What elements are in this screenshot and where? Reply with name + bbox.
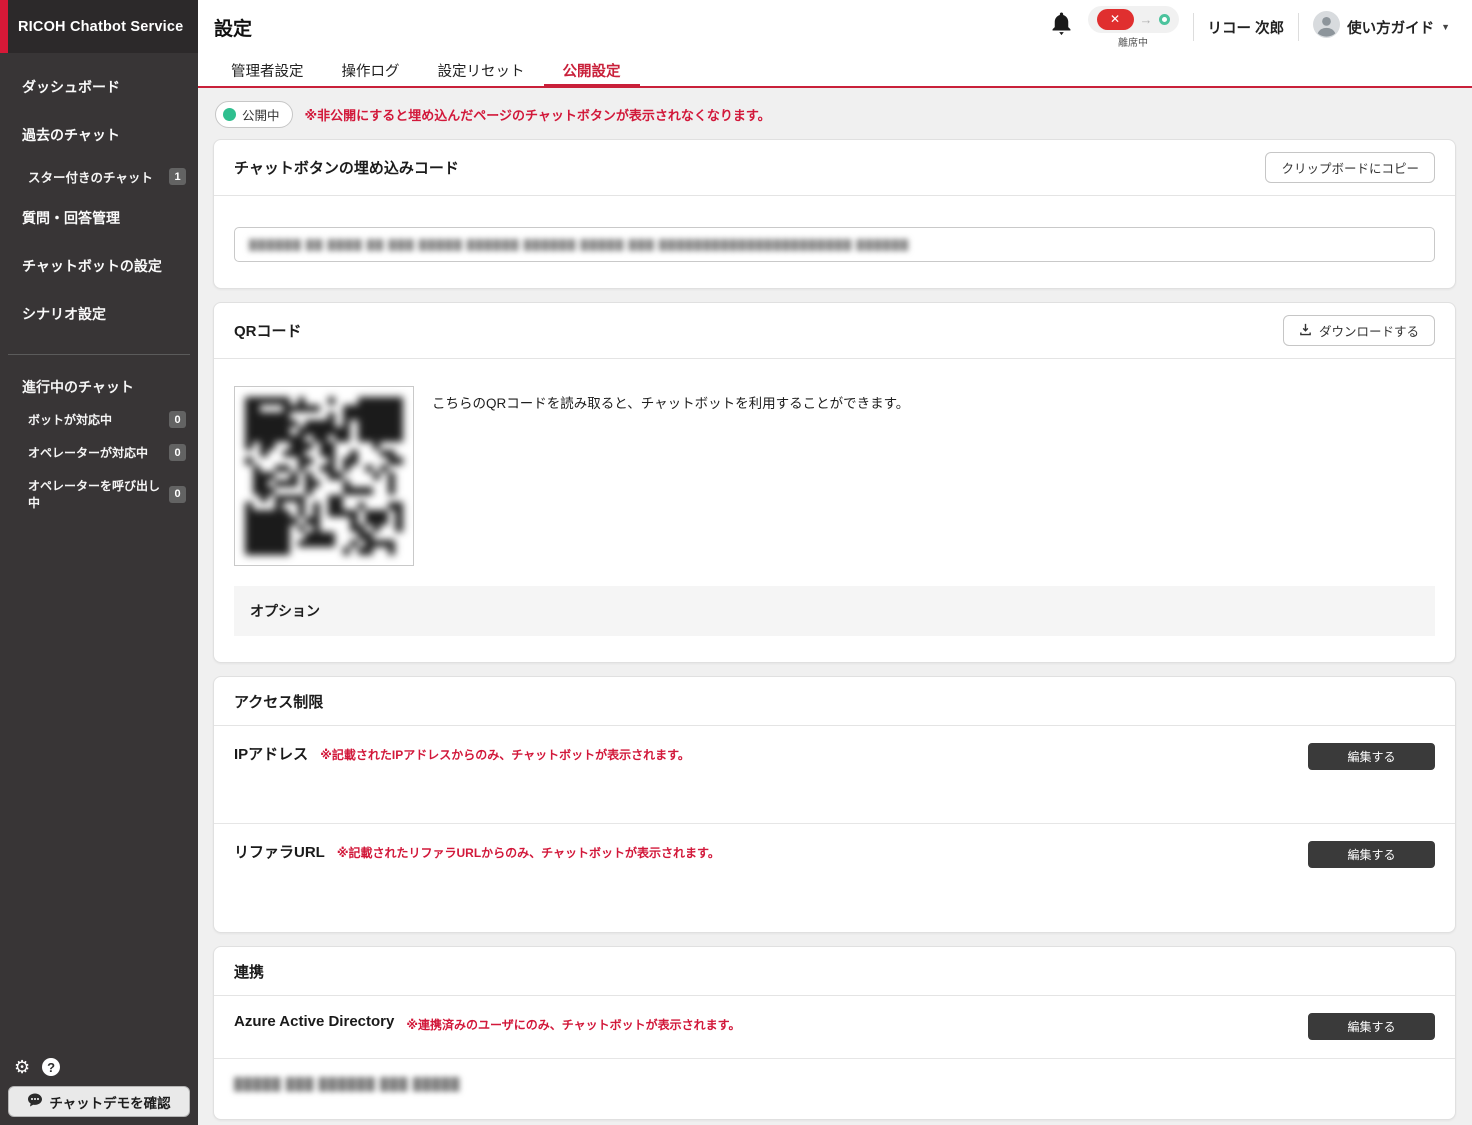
ip-address-row: IPアドレス ※記載されたIPアドレスからのみ、チャットボットが表示されます。 … <box>214 726 1455 770</box>
ongoing-chats-title: 進行中のチャット <box>0 355 198 403</box>
settings-tabbar: 管理者設定 操作ログ 設定リセット 公開設定 <box>198 54 1472 88</box>
integration-card: 連携 Azure Active Directory ※連携済みのユーザにのみ、チ… <box>213 946 1456 1120</box>
referrer-url-note: ※記載されたリファラURLからのみ、チャットボットが表示されます。 <box>337 844 720 861</box>
usage-guide-label: 使い方ガイド <box>1347 17 1434 38</box>
download-button[interactable]: ダウンロードする <box>1283 315 1435 346</box>
operator-handling-count-badge: 0 <box>169 444 186 461</box>
azure-ad-note: ※連携済みのユーザにのみ、チャットボットが表示されます。 <box>406 1016 740 1033</box>
presence-available-icon <box>1159 14 1170 25</box>
chevron-down-icon: ▼ <box>1441 22 1450 32</box>
azure-ad-edit-button[interactable]: 編集する <box>1308 1013 1435 1040</box>
publish-status-badge: 公開中 <box>215 101 293 128</box>
embed-code-input[interactable]: ██████ ██ ████ ██ ███ █████ ██████ █████… <box>234 227 1435 262</box>
embed-code-card: チャットボタンの埋め込みコード クリップボードにコピー ██████ ██ ██… <box>213 139 1456 289</box>
tab-publish-settings[interactable]: 公開設定 <box>544 54 640 86</box>
azure-ad-redacted-text: █████ ███ ██████ ███ █████ <box>234 1077 460 1091</box>
sidebar-item-operator-calling[interactable]: オペレーターを呼び出し中 0 <box>0 469 198 519</box>
chat-demo-button[interactable]: チャットデモを確認 <box>8 1086 190 1117</box>
app-brand: RICOH Chatbot Service <box>0 0 198 53</box>
presence-toggle[interactable]: ✕ → 離席中 <box>1088 6 1179 49</box>
access-restriction-card: アクセス制限 IPアドレス ※記載されたIPアドレスからのみ、チャットボットが表… <box>213 676 1456 933</box>
sidebar-nav: ダッシュボード 過去のチャット スター付きのチャット 1 質問・回答管理 チャッ… <box>0 53 198 519</box>
sidebar-footer: ⚙ ? チャットデモを確認 <box>0 1058 198 1125</box>
sidebar-item-starred-chats[interactable]: スター付きのチャット 1 <box>0 159 198 194</box>
ongoing-row-label: ボットが対応中 <box>28 411 112 428</box>
arrow-right-icon: → <box>1140 12 1153 27</box>
referrer-url-edit-button[interactable]: 編集する <box>1308 841 1435 868</box>
tab-settings-reset[interactable]: 設定リセット <box>419 54 544 86</box>
download-button-label: ダウンロードする <box>1319 321 1419 340</box>
avatar <box>1313 11 1340 43</box>
presence-status-label: 離席中 <box>1118 34 1148 49</box>
qr-code-image <box>234 386 414 566</box>
sidebar: RICOH Chatbot Service ダッシュボード 過去のチャット スタ… <box>0 0 198 1125</box>
sidebar-item-label: スター付きのチャット <box>28 167 153 186</box>
gear-icon[interactable]: ⚙ <box>14 1058 30 1076</box>
publish-warning-text: ※非公開にすると埋め込んだページのチャットボタンが表示されなくなります。 <box>305 105 771 124</box>
usage-guide-menu[interactable]: 使い方ガイド ▼ <box>1313 11 1450 43</box>
azure-ad-value: █████ ███ ██████ ███ █████ <box>214 1059 1455 1119</box>
qr-code-pixels <box>245 397 403 555</box>
embed-code-title: チャットボタンの埋め込みコード <box>234 157 459 178</box>
azure-ad-label: Azure Active Directory <box>234 1013 394 1030</box>
tab-admin-settings[interactable]: 管理者設定 <box>212 54 323 86</box>
content-area: 公開中 ※非公開にすると埋め込んだページのチャットボタンが表示されなくなります。… <box>198 88 1472 1125</box>
sidebar-item-operator-handling[interactable]: オペレーターが対応中 0 <box>0 436 198 469</box>
ip-address-label: IPアドレス <box>234 743 308 764</box>
qr-options-toggle[interactable]: オプション <box>234 586 1435 636</box>
ongoing-row-label: オペレーターを呼び出し中 <box>28 477 169 511</box>
ip-address-edit-button[interactable]: 編集する <box>1308 743 1435 770</box>
header-divider <box>1298 13 1299 41</box>
sidebar-item-past-chats[interactable]: 過去のチャット <box>0 111 198 159</box>
header-divider <box>1193 13 1194 41</box>
publish-status-row: 公開中 ※非公開にすると埋め込んだページのチャットボタンが表示されなくなります。 <box>215 101 1456 128</box>
sidebar-item-qa-management[interactable]: 質問・回答管理 <box>0 194 198 242</box>
user-name: リコー 次郎 <box>1208 17 1285 38</box>
page-title: 設定 <box>214 14 252 41</box>
qr-code-card: QRコード ダウンロードする こちらのQRコードを読み取ると、チャットボットを利… <box>213 302 1456 663</box>
chat-demo-button-label: チャットデモを確認 <box>49 1092 170 1112</box>
top-header: 設定 ✕ → 離席中 リコー 次郎 使い方ガイド ▼ <box>198 0 1472 54</box>
referrer-url-label: リファラURL <box>234 841 325 862</box>
publish-status-label: 公開中 <box>242 105 280 124</box>
operator-calling-count-badge: 0 <box>169 486 186 503</box>
green-dot-icon <box>223 108 236 121</box>
referrer-url-row: リファラURL ※記載されたリファラURLからのみ、チャットボットが表示されます… <box>214 824 1455 868</box>
qr-code-description: こちらのQRコードを読み取ると、チャットボットを利用することができます。 <box>432 392 909 566</box>
embed-code-redacted-text: ██████ ██ ████ ██ ███ █████ ██████ █████… <box>249 239 909 251</box>
bot-handling-count-badge: 0 <box>169 411 186 428</box>
tab-operation-log[interactable]: 操作ログ <box>323 54 419 86</box>
azure-ad-row: Azure Active Directory ※連携済みのユーザにのみ、チャット… <box>214 996 1455 1040</box>
sidebar-item-scenario-settings[interactable]: シナリオ設定 <box>0 290 198 338</box>
starred-count-badge: 1 <box>169 168 186 185</box>
qr-code-title: QRコード <box>234 320 302 341</box>
help-icon[interactable]: ? <box>42 1058 60 1076</box>
access-restriction-title: アクセス制限 <box>234 691 323 712</box>
ongoing-row-label: オペレーターが対応中 <box>28 444 148 461</box>
speech-bubble-icon <box>27 1092 43 1111</box>
app-brand-label: RICOH Chatbot Service <box>18 19 183 35</box>
sidebar-item-bot-handling[interactable]: ボットが対応中 0 <box>0 403 198 436</box>
main-area: 設定 ✕ → 離席中 リコー 次郎 使い方ガイド ▼ <box>198 0 1472 1125</box>
sidebar-item-chatbot-settings[interactable]: チャットボットの設定 <box>0 242 198 290</box>
integration-title: 連携 <box>234 961 264 982</box>
presence-away-icon: ✕ <box>1097 9 1134 30</box>
sidebar-item-dashboard[interactable]: ダッシュボード <box>0 63 198 111</box>
notification-bell-icon[interactable] <box>1049 11 1074 43</box>
ip-address-note: ※記載されたIPアドレスからのみ、チャットボットが表示されます。 <box>320 746 690 763</box>
download-icon <box>1299 323 1312 339</box>
copy-to-clipboard-button[interactable]: クリップボードにコピー <box>1265 152 1435 183</box>
